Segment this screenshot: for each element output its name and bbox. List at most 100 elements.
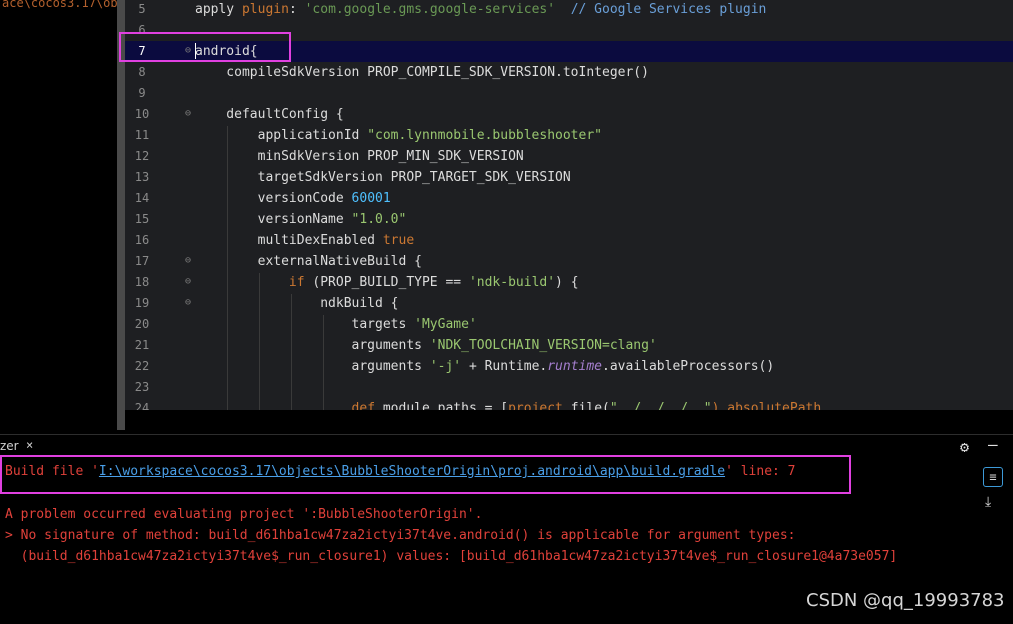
line-number[interactable]: 10 (125, 104, 159, 125)
line-number[interactable]: 23 (125, 377, 159, 398)
code-token: // Google Services plugin (555, 2, 767, 17)
fold-toggle-icon[interactable]: ⊖ (183, 298, 193, 308)
code-text: externalNativeBuild { (195, 251, 422, 272)
code-line[interactable]: 19 ⊖ ndkBuild { (125, 293, 1013, 314)
code-token: externalNativeBuild { (195, 254, 422, 269)
line-number[interactable]: 5 (125, 0, 159, 20)
code-text: defaultConfig { (195, 104, 344, 125)
code-token: defaultConfig { (195, 107, 344, 122)
code-token: project (508, 401, 563, 410)
code-line[interactable]: 12 minSdkVersion PROP_MIN_SDK_VERSION (125, 146, 1013, 167)
code-text: def module_paths = [project.file("../../… (195, 398, 822, 410)
code-line[interactable]: 22 arguments '-j' + Runtime.runtime.avai… (125, 356, 1013, 377)
code-token: 'ndk-build' (468, 275, 556, 290)
code-line[interactable]: 23 (125, 377, 1013, 398)
code-token: targetSdkVersion PROP_TARGET_SDK_VERSION (195, 170, 571, 185)
code-line[interactable]: 15 versionName "1.0.0" (125, 209, 1013, 230)
line-number[interactable]: 17 (125, 251, 159, 272)
code-line[interactable]: 17 ⊖ externalNativeBuild { (125, 251, 1013, 272)
code-text: arguments 'NDK_TOOLCHAIN_VERSION=clang' (195, 335, 657, 356)
code-token: 'MyGame' (414, 317, 477, 332)
line-number[interactable]: 20 (125, 314, 159, 335)
tool-tab-label[interactable]: zer (0, 439, 19, 453)
problem-message: A problem occurred evaluating project ':… (5, 507, 483, 522)
code-line[interactable]: 18 ⊖ if (PROP_BUILD_TYPE == 'ndk-build') … (125, 272, 1013, 293)
project-tree-panel: ace\cocos3.17\objec (0, 0, 117, 430)
soft-wrap-icon[interactable]: ≡ (983, 467, 1003, 487)
code-line[interactable]: 21 arguments 'NDK_TOOLCHAIN_VERSION=clan… (125, 335, 1013, 356)
code-token: 'NDK_TOOLCHAIN_VERSION=clang' (429, 338, 657, 353)
code-token: .file( (562, 401, 610, 410)
project-tree-path[interactable]: ace\cocos3.17\objec (2, 0, 117, 10)
code-text: ndkBuild { (195, 293, 399, 314)
minimize-icon[interactable]: — (988, 435, 998, 454)
code-token: arguments (195, 359, 430, 374)
code-text: versionName "1.0.0" (195, 209, 407, 230)
line-number[interactable]: 21 (125, 335, 159, 356)
project-tree-scrollbar[interactable] (117, 0, 125, 430)
line-number[interactable]: 14 (125, 188, 159, 209)
signature-message: > No signature of method: build_d61hba1c… (5, 528, 796, 543)
code-text: multiDexEnabled true (195, 230, 415, 251)
highlight-box-build-file (0, 455, 851, 494)
line-number[interactable]: 15 (125, 209, 159, 230)
close-icon[interactable]: × (26, 438, 33, 452)
values-message: (build_d61hba1cw47za2ictyi37t4ve$_run_cl… (5, 549, 898, 564)
code-line[interactable]: 24 def module_paths = [project.file("../… (125, 398, 1013, 410)
code-token: ) { (555, 275, 579, 290)
code-text: apply plugin: 'com.google.gms.google-ser… (195, 0, 766, 20)
code-token: 60001 (351, 191, 391, 206)
line-number[interactable]: 18 (125, 272, 159, 293)
line-number[interactable]: 9 (125, 83, 159, 104)
editor-footer-strip (125, 410, 1013, 434)
code-text: applicationId "com.lynnmobile.bubbleshoo… (195, 125, 602, 146)
code-line[interactable]: 16 multiDexEnabled true (125, 230, 1013, 251)
code-line[interactable]: 10 ⊖ defaultConfig { (125, 104, 1013, 125)
line-number[interactable]: 22 (125, 356, 159, 377)
code-line[interactable]: 14 versionCode 60001 (125, 188, 1013, 209)
code-token: "1.0.0" (351, 212, 407, 227)
scroll-to-end-icon[interactable]: ⤓ (985, 494, 991, 510)
code-text: if (PROP_BUILD_TYPE == 'ndk-build') { (195, 272, 579, 293)
code-text: compileSdkVersion PROP_COMPILE_SDK_VERSI… (195, 62, 649, 83)
line-number[interactable]: 13 (125, 167, 159, 188)
code-token: : (288, 2, 305, 17)
code-text: arguments '-j' + Runtime.runtime.availab… (195, 356, 775, 377)
code-token: true (382, 233, 415, 248)
line-number[interactable]: 12 (125, 146, 159, 167)
fold-toggle-icon[interactable]: ⊖ (183, 109, 193, 119)
code-token: .availableProcessors() (602, 359, 775, 374)
code-token: ndkBuild { (195, 296, 399, 311)
line-number[interactable]: 19 (125, 293, 159, 314)
code-token: compileSdkVersion PROP_COMPILE_SDK_VERSI… (195, 65, 649, 80)
code-line[interactable]: 5 apply plugin: 'com.google.gms.google-se… (125, 0, 1013, 20)
code-token: 'com.google.gms.google-services' (304, 2, 556, 17)
line-number[interactable]: 11 (125, 125, 159, 146)
line-number[interactable]: 8 (125, 62, 159, 83)
code-line[interactable]: 13 targetSdkVersion PROP_TARGET_SDK_VERS… (125, 167, 1013, 188)
code-text: targetSdkVersion PROP_TARGET_SDK_VERSION (195, 167, 571, 188)
code-token: module_paths = [ (375, 401, 509, 410)
code-token: (PROP_BUILD_TYPE == (304, 275, 469, 290)
code-line[interactable]: 20 targets 'MyGame' (125, 314, 1013, 335)
code-token: "../../../.." (609, 401, 712, 410)
code-token: applicationId (195, 128, 368, 143)
code-token: "com.lynnmobile.bubbleshooter" (367, 128, 602, 143)
code-token: versionCode (195, 191, 352, 206)
line-number[interactable]: 24 (125, 398, 159, 410)
code-text: targets 'MyGame' (195, 314, 477, 335)
fold-toggle-icon[interactable]: ⊖ (183, 277, 193, 287)
code-line[interactable]: 8 compileSdkVersion PROP_COMPILE_SDK_VER… (125, 62, 1013, 83)
code-line[interactable]: 11 applicationId "com.lynnmobile.bubbles… (125, 125, 1013, 146)
fold-toggle-icon[interactable]: ⊖ (183, 256, 193, 266)
code-token: plugin (241, 2, 289, 17)
code-token: arguments (195, 338, 430, 353)
code-token: if (288, 275, 305, 290)
gear-icon[interactable]: ⚙ (960, 438, 969, 456)
code-token: versionName (195, 212, 352, 227)
line-number[interactable]: 16 (125, 230, 159, 251)
code-line[interactable]: 9 (125, 83, 1013, 104)
code-text: versionCode 60001 (195, 188, 391, 209)
